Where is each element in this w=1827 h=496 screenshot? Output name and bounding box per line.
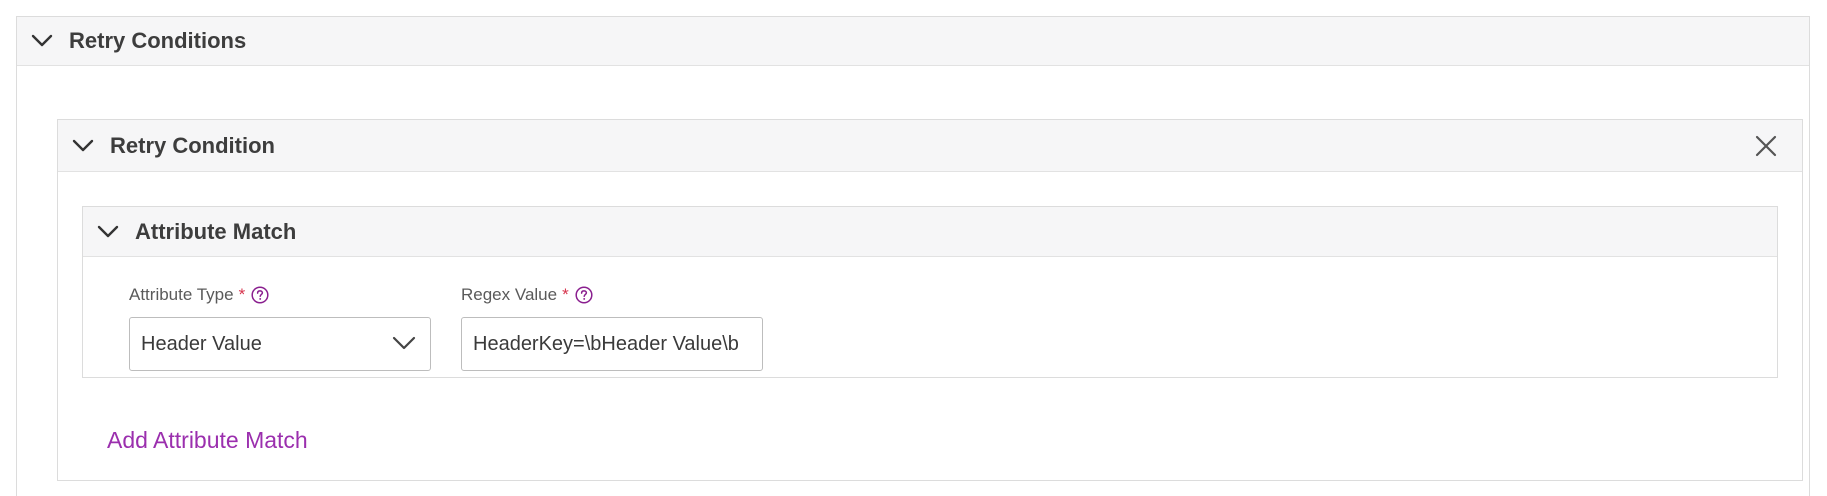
- retry-conditions-title: Retry Conditions: [69, 28, 247, 53]
- retry-conditions-panel: Retry Conditions Retry Condition Attribu…: [16, 16, 1810, 496]
- attribute-match-header[interactable]: Attribute Match: [83, 207, 1777, 257]
- attribute-type-value: Header Value: [141, 332, 262, 355]
- retry-condition-panel: Retry Condition Attribute Match Attribut…: [57, 119, 1803, 481]
- attribute-match-panel: Attribute Match Attribute Type * Header …: [82, 206, 1778, 378]
- required-marker: *: [562, 285, 569, 304]
- retry-condition-title: Retry Condition: [110, 132, 275, 158]
- chevron-down-icon[interactable]: [29, 28, 55, 54]
- attribute-match-title: Attribute Match: [135, 218, 297, 244]
- regex-value-label: Regex Value: [461, 285, 558, 304]
- chevron-down-icon: [392, 334, 416, 357]
- regex-value-field: Regex Value * HeaderKey=\bHeader Value\b: [461, 285, 763, 371]
- regex-value-text: HeaderKey=\bHeader Value\b: [473, 332, 739, 355]
- required-marker: *: [238, 285, 246, 304]
- attribute-type-label: Attribute Type: [129, 285, 234, 304]
- regex-value-input[interactable]: HeaderKey=\bHeader Value\b: [461, 317, 763, 371]
- help-circle-icon[interactable]: [251, 286, 269, 304]
- retry-condition-header[interactable]: Retry Condition: [58, 120, 1802, 172]
- attribute-type-field: Attribute Type * Header Value: [129, 285, 431, 371]
- help-circle-icon[interactable]: [575, 286, 593, 304]
- regex-value-label-row: Regex Value *: [461, 285, 763, 305]
- chevron-down-icon[interactable]: [70, 133, 96, 159]
- add-attribute-match-link[interactable]: Add Attribute Match: [107, 427, 308, 454]
- retry-conditions-header[interactable]: Retry Conditions: [17, 17, 1809, 66]
- attribute-type-label-row: Attribute Type *: [129, 285, 431, 305]
- chevron-down-icon[interactable]: [95, 219, 121, 245]
- close-icon[interactable]: [1752, 132, 1780, 160]
- attribute-type-select[interactable]: Header Value: [129, 317, 431, 371]
